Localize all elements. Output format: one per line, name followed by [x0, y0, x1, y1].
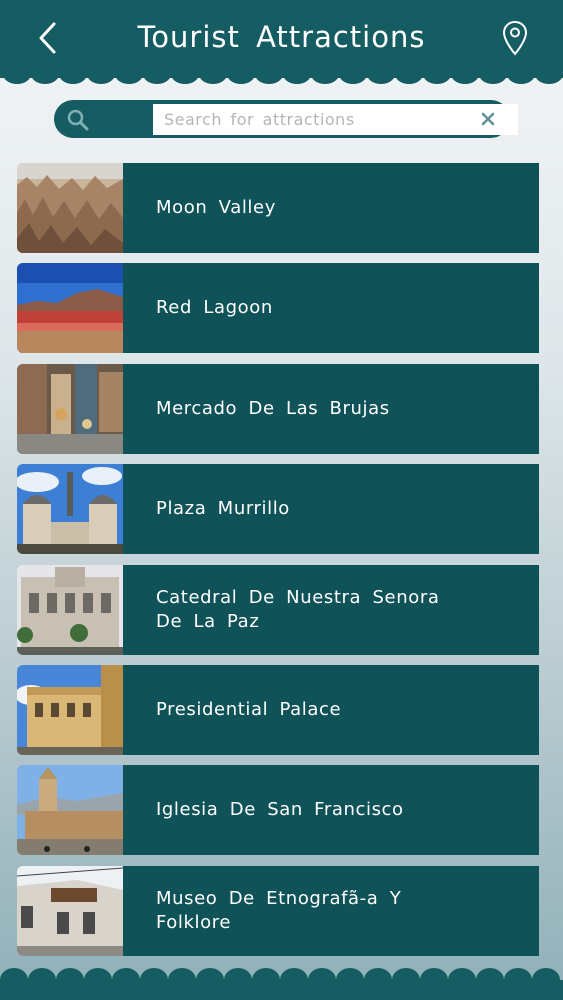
card-scallop-edge	[536, 464, 539, 554]
list-item[interactable]: Iglesia De San Francisco	[17, 765, 539, 855]
attraction-name: Catedral De Nuestra Senora De La Paz	[156, 587, 440, 632]
attraction-thumbnail	[17, 364, 123, 454]
attraction-name: Presidential Palace	[156, 699, 342, 720]
list-item[interactable]: Presidential Palace	[17, 665, 539, 755]
search-bar	[54, 100, 518, 138]
attraction-name: Moon Valley	[156, 197, 276, 218]
search-icon	[67, 109, 89, 131]
attraction-thumbnail	[17, 866, 123, 956]
card-scallop-edge	[536, 163, 539, 253]
attraction-thumbnail	[17, 163, 123, 253]
attraction-name: Iglesia De San Francisco	[156, 799, 404, 820]
map-pin-icon	[502, 20, 528, 56]
location-button[interactable]	[497, 18, 533, 58]
header-scallop-edge	[0, 70, 563, 84]
card-scallop-edge	[536, 364, 539, 454]
attraction-thumbnail	[17, 263, 123, 353]
chevron-left-icon	[39, 22, 56, 54]
footer-scallop-edge	[0, 968, 563, 1000]
list-item[interactable]: Mercado De Las Brujas	[17, 364, 539, 454]
attraction-card: Red Lagoon	[123, 263, 539, 353]
attraction-name: Mercado De Las Brujas	[156, 398, 390, 419]
attraction-card: Mercado De Las Brujas	[123, 364, 539, 454]
attraction-card: Presidential Palace	[123, 665, 539, 755]
attraction-name: Museo De Etnografã-a Y Folklore	[156, 888, 402, 933]
page-title: Tourist Attractions	[137, 20, 426, 54]
attraction-name: Plaza Murrillo	[156, 498, 290, 519]
attraction-card: Catedral De Nuestra Senora De La Paz	[123, 565, 539, 655]
list-item[interactable]: Plaza Murrillo	[17, 464, 539, 554]
list-item[interactable]: Museo De Etnografã-a Y Folklore	[17, 866, 539, 956]
card-scallop-edge	[536, 665, 539, 755]
card-scallop-edge	[536, 765, 539, 855]
card-scallop-edge	[536, 263, 539, 353]
attraction-thumbnail	[17, 565, 123, 655]
attraction-card: Iglesia De San Francisco	[123, 765, 539, 855]
attraction-card: Plaza Murrillo	[123, 464, 539, 554]
attraction-card: Museo De Etnografã-a Y Folklore	[123, 866, 539, 956]
search-input[interactable]	[153, 104, 518, 135]
app-header: Tourist Attractions	[0, 0, 563, 78]
back-button[interactable]	[28, 18, 68, 58]
list-item[interactable]: Red Lagoon	[17, 263, 539, 353]
card-scallop-edge	[536, 565, 539, 655]
close-icon[interactable]	[478, 109, 498, 129]
attraction-thumbnail	[17, 464, 123, 554]
card-scallop-edge	[536, 866, 539, 956]
attraction-name: Red Lagoon	[156, 297, 273, 318]
attraction-card: Moon Valley	[123, 163, 539, 253]
attraction-thumbnail	[17, 665, 123, 755]
attraction-thumbnail	[17, 765, 123, 855]
list-item[interactable]: Moon Valley	[17, 163, 539, 253]
list-item[interactable]: Catedral De Nuestra Senora De La Paz	[17, 565, 539, 655]
